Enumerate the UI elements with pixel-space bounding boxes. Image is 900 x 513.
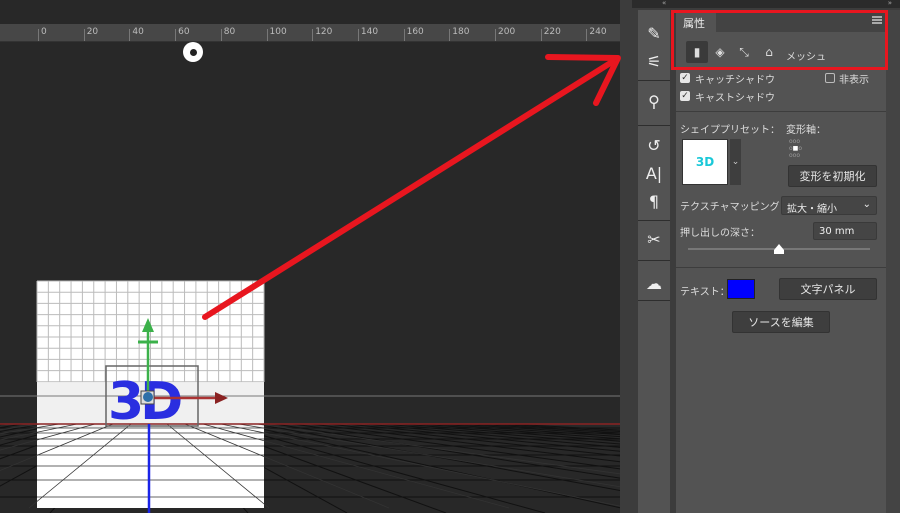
annotation-arrow bbox=[202, 54, 621, 320]
